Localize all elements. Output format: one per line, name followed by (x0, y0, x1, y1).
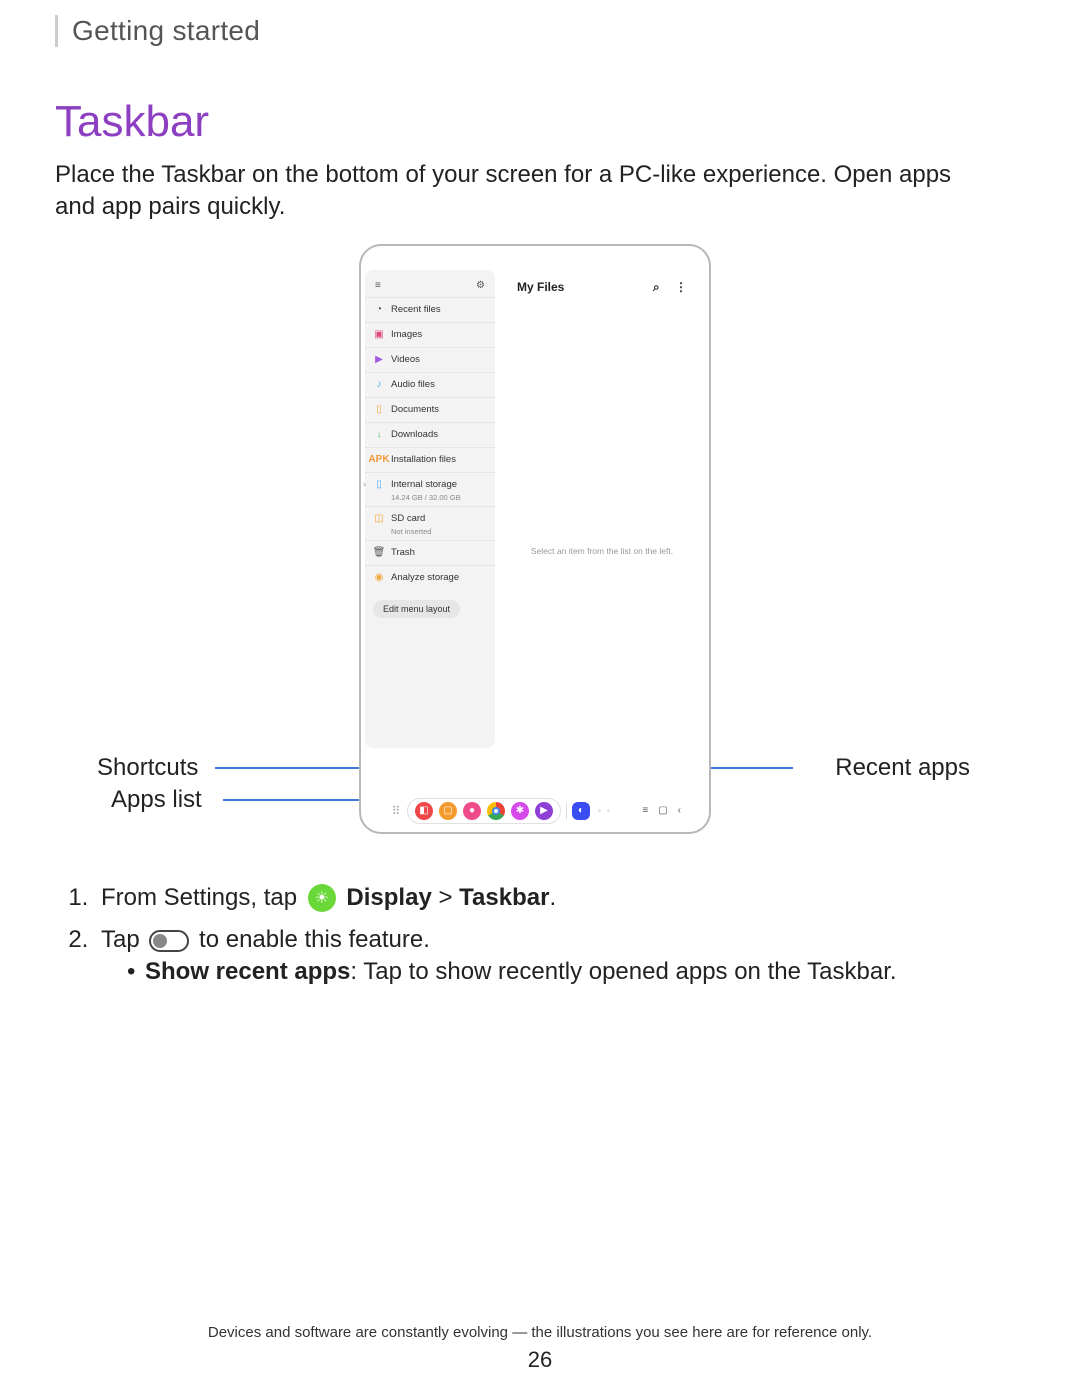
files-main: My Files ⌕ ⋮ Select an item from the lis… (501, 270, 703, 748)
sidebar-item-label: Installation files (391, 454, 456, 465)
step-text: to enable this feature. (199, 926, 430, 953)
sidebar-item-trash[interactable]: 🗑 Trash (365, 540, 495, 565)
callout-recent: Recent apps (835, 754, 970, 782)
gear-icon[interactable]: ⚙ (476, 280, 485, 291)
sidebar-item-label: Images (391, 329, 422, 340)
sidebar-item-internal[interactable]: ▯ Internal storage (365, 472, 495, 497)
search-icon[interactable]: ⌕ (653, 280, 660, 294)
sidebar-item-analyze[interactable]: ◉ Analyze storage (365, 565, 495, 590)
taskbar-app-icon[interactable] (487, 802, 505, 820)
sidebar-item-downloads[interactable]: ↓ Downloads (365, 422, 495, 447)
download-icon: ↓ (373, 429, 385, 441)
sidebar-item-label: Internal storage (391, 479, 457, 490)
step-text: From Settings, tap (101, 884, 304, 911)
step-bold: Display (346, 884, 431, 911)
sidebar-item-label: Trash (391, 547, 415, 558)
music-icon: ♪ (373, 379, 385, 391)
sidebar-item-label: Analyze storage (391, 572, 459, 583)
edit-menu-button[interactable]: Edit menu layout (373, 600, 460, 618)
taskbar-recent-pair[interactable]: ◦◦ (594, 804, 614, 817)
step-bold: Taskbar (459, 884, 549, 911)
taskbar-app-icon[interactable]: ● (463, 802, 481, 820)
files-sidebar: ≡ ⚙ ◔ Recent files ▣ Images ▶ Videos ♪ Audio… (365, 270, 495, 748)
more-icon[interactable]: ⋮ (675, 280, 687, 294)
hamburger-icon[interactable]: ≡ (375, 280, 381, 291)
callout-apps-list: Apps list (111, 786, 202, 814)
taskbar-illustration: ⠿ ◧ ▢ ● ✱ ▶ ◐ ◦◦ ≡ ▢ ‹ (389, 798, 681, 824)
clock-icon: ◔ (373, 304, 385, 316)
taskbar-shortcuts: ◧ ▢ ● ✱ ▶ (407, 798, 561, 824)
nav-buttons: ≡ ▢ ‹ (642, 805, 681, 816)
step-1: From Settings, tap ☀ Display > Taskbar. (95, 884, 1025, 913)
step-text: Tap (101, 926, 146, 953)
toggle-icon (149, 930, 189, 952)
page-title: Taskbar (55, 97, 1025, 147)
sidebar-item-audio[interactable]: ♪ Audio files (365, 372, 495, 397)
nav-recent-icon[interactable]: ≡ (642, 805, 648, 816)
trash-icon: 🗑 (373, 547, 385, 559)
apps-grid-icon[interactable]: ⠿ (389, 804, 403, 818)
bullet-label: Show recent apps (145, 958, 350, 985)
sidebar-item-apk[interactable]: APK Installation files (365, 447, 495, 472)
sidebar-item-documents[interactable]: ▯ Documents (365, 397, 495, 422)
sidebar-item-label: Recent files (391, 304, 441, 315)
main-title: My Files (517, 280, 564, 294)
nav-back-icon[interactable]: ‹ (678, 805, 681, 816)
apk-icon: APK (373, 454, 385, 466)
step-text: . (549, 884, 556, 911)
video-icon: ▶ (373, 354, 385, 366)
taskbar-app-icon[interactable]: ✱ (511, 802, 529, 820)
sidebar-item-images[interactable]: ▣ Images (365, 322, 495, 347)
sd-subtext: Not inserted (365, 527, 495, 536)
page-number: 26 (0, 1347, 1080, 1373)
bullet-text: : Tap to show recently opened apps on th… (350, 958, 896, 985)
breadcrumb-wrap: Getting started (55, 15, 1025, 47)
sidebar-item-recent[interactable]: ◔ Recent files (365, 297, 495, 322)
display-settings-icon: ☀ (308, 884, 336, 912)
instruction-list: From Settings, tap ☀ Display > Taskbar. … (55, 884, 1025, 987)
phone-icon: ▯ (373, 479, 385, 491)
step-2-bullet: Show recent apps: Tap to show recently o… (145, 958, 1025, 986)
sidebar-item-label: Downloads (391, 429, 438, 440)
taskbar-app-icon[interactable]: ◧ (415, 802, 433, 820)
device-screenshot: ≡ ⚙ ◔ Recent files ▣ Images ▶ Videos ♪ Audio… (359, 244, 711, 834)
figure: Shortcuts Apps list Recent apps ≡ ⚙ ◔ Rec… (55, 244, 1025, 874)
callout-shortcuts: Shortcuts (97, 754, 198, 782)
sd-icon: ◫ (373, 513, 385, 525)
sidebar-item-label: Documents (391, 404, 439, 415)
breadcrumb: Getting started (72, 15, 1025, 47)
document-icon: ▯ (373, 404, 385, 416)
analyze-icon: ◉ (373, 572, 385, 584)
sidebar-item-label: SD card (391, 513, 425, 524)
sidebar-item-videos[interactable]: ▶ Videos (365, 347, 495, 372)
taskbar-app-icon[interactable]: ▶ (535, 802, 553, 820)
sidebar-item-label: Audio files (391, 379, 435, 390)
taskbar-recent-app-icon[interactable]: ◐ (572, 802, 590, 820)
nav-home-icon[interactable]: ▢ (658, 805, 667, 816)
step-2: Tap to enable this feature. Show recent … (95, 926, 1025, 986)
sidebar-item-label: Videos (391, 354, 420, 365)
footer-note: Devices and software are constantly evol… (0, 1324, 1080, 1341)
step-text: > (438, 884, 459, 911)
taskbar-app-icon[interactable]: ▢ (439, 802, 457, 820)
intro-text: Place the Taskbar on the bottom of your … (55, 159, 955, 224)
main-hint: Select an item from the list on the left… (501, 546, 703, 556)
image-icon: ▣ (373, 329, 385, 341)
